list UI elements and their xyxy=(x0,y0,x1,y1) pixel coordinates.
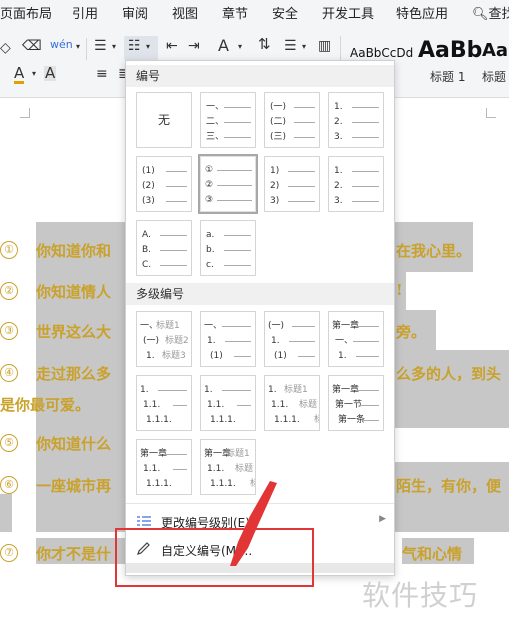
highlight-box xyxy=(115,528,314,587)
watermark-text: 软件技巧 xyxy=(362,579,479,612)
